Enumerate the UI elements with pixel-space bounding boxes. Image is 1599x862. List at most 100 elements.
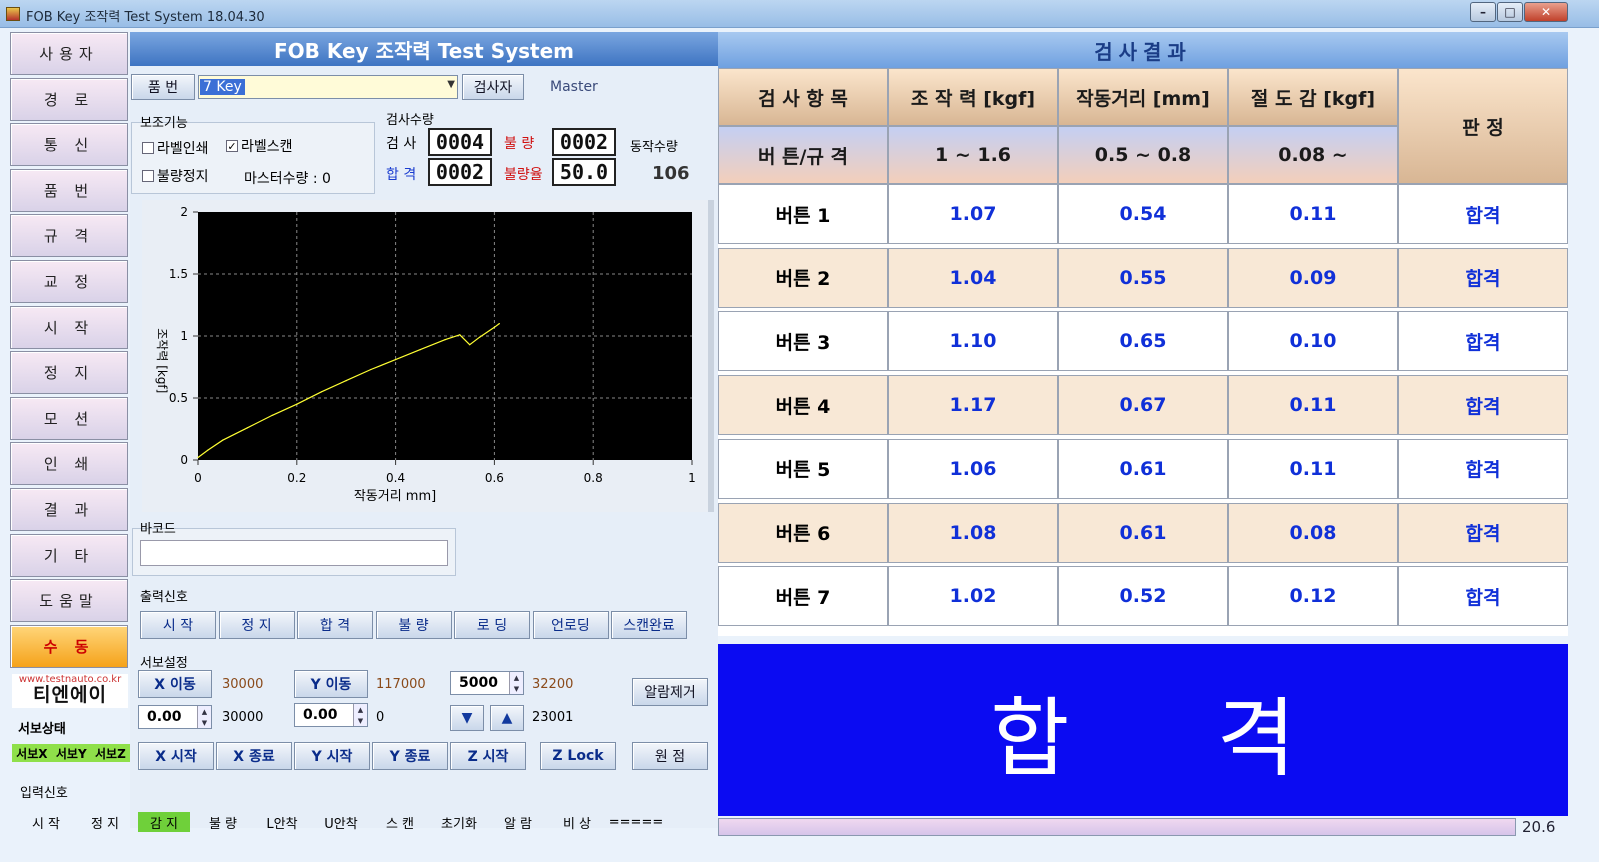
spinner-arrows-icon[interactable]: ▲ ▼ [353,704,367,726]
x-move-value: 30000 [222,677,264,692]
data-point [207,449,209,451]
spinner-arrows-icon[interactable]: ▲ ▼ [509,672,523,694]
servo-action-button[interactable]: Y 종료 [372,742,448,770]
output-signal-button[interactable]: 불 량 [375,611,452,639]
y-position-spinner[interactable]: 0.00 ▲ ▼ [294,703,368,727]
servo-action-button[interactable]: Y 시작 [294,742,370,770]
servo-status-x: 서보X [16,746,48,761]
label-scan-label: 라벨스캔 [241,139,293,155]
input-signal-indicator: 정 지 [90,816,120,832]
servo-action-button[interactable]: Z 시작 [450,742,526,770]
input-signal-indicator: L안착 [266,816,298,832]
result-force-cell: 1.04 [888,247,1058,308]
result-dist-cell: 0.54 [1058,184,1228,244]
sidebar-item-4[interactable]: 규 격 [10,214,128,258]
x-position-spinner[interactable]: 0.00 ▲ ▼ [138,705,212,729]
x-tick-label: 1 [688,471,696,485]
z-up-icon[interactable]: ▲ [490,705,524,731]
sidebar-item-10[interactable]: 결 과 [10,488,128,531]
result-click-cell: 0.11 [1228,438,1398,499]
label-print-checkbox[interactable]: 라벨인쇄 [142,138,209,158]
window-titlebar: FOB Key 조작력 Test System 18.04.30 – □ ✕ [0,0,1599,28]
input-signals-title: 입력신호 [20,786,68,801]
x-move-button[interactable]: X 이동 [138,670,212,698]
output-signals-title: 출력신호 [140,590,188,605]
part-select[interactable]: 7 Key ▼ [198,75,458,99]
results-header: 절 도 감 [kgf] [1228,68,1398,126]
sidebar-item-9[interactable]: 인 쇄 [10,442,128,486]
final-verdict: 합 격 [718,644,1568,816]
data-point [498,323,500,325]
output-signal-button[interactable]: 합 격 [297,611,373,639]
servo-action-button[interactable]: X 시작 [138,742,214,770]
part-select-value: 7 Key [200,79,245,95]
output-signal-button[interactable]: 스캔완료 [611,611,687,639]
servo-status-bar: 서보X 서보Y 서보Z [12,744,130,762]
data-point [469,344,471,346]
result-name-cell: 버튼 3 [718,311,888,372]
result-dist-cell: 0.61 [1058,502,1228,563]
pass-count: 0002 [428,158,492,186]
sidebar-item-11[interactable]: 기 타 [10,533,128,577]
data-point [370,368,372,371]
checkbox-checked-icon: ✓ [226,139,238,153]
inspector-button[interactable]: 검사자 [462,74,524,100]
output-signal-button[interactable]: 언로딩 [532,611,609,639]
sidebar-item-13[interactable]: 수 동 [10,624,128,668]
z-lock-button[interactable]: Z Lock [540,742,616,770]
sidebar-item-12[interactable]: 도움말 [10,579,128,623]
input-signal-indicator: 감 지 [138,812,190,832]
origin-button[interactable]: 원 점 [632,742,708,770]
sidebar-item-7[interactable]: 정 지 [10,351,128,395]
progress-bar [718,818,1516,836]
servo-action-button[interactable]: X 종료 [216,742,292,770]
results-header: 작동거리 [mm] [1058,68,1228,126]
y-move-value: 117000 [376,677,426,692]
maximize-icon[interactable]: □ [1497,2,1523,22]
chevron-down-icon[interactable]: ▼ [447,79,455,90]
spinner-arrows-icon[interactable]: ▲ ▼ [197,706,211,728]
minimize-icon[interactable]: – [1470,2,1496,22]
z-speed-spinner[interactable]: 5000 ▲ ▼ [450,671,524,695]
result-force-cell: 1.08 [888,502,1058,563]
alarm-clear-button[interactable]: 알람제거 [632,678,708,706]
sidebar-item-2[interactable]: 통 신 [10,123,128,167]
data-point [271,414,273,416]
label-print-label: 라벨인쇄 [157,141,209,157]
z-down-icon[interactable]: ▼ [450,705,484,731]
barcode-input[interactable] [140,540,448,566]
sidebar-item-5[interactable]: 교 정 [10,260,128,303]
sidebar-item-0[interactable]: 사용자 [10,32,128,75]
sidebar-item-3[interactable]: 품 번 [10,168,128,212]
input-signal-indicator: 알 람 [503,816,533,832]
defect-stop-checkbox[interactable]: 불량정지 [142,166,209,186]
sidebar-item-8[interactable]: 모 션 [10,396,128,440]
result-force-cell: 1.07 [888,184,1058,244]
result-name-cell: 버튼 2 [718,247,888,308]
sidebar-item-6[interactable]: 시 작 [10,305,128,349]
result-click-cell: 0.11 [1228,184,1398,244]
counts-title: 검사수량 [386,113,434,128]
input-signal-indicator: 스 캔 [385,816,415,832]
ops-count: 106 [652,163,690,184]
close-icon[interactable]: ✕ [1524,2,1568,22]
label-scan-checkbox[interactable]: ✓ 라벨스캔 [226,136,293,156]
z-value: 32200 [532,677,574,692]
sidebar-item-1[interactable]: 경 로 [10,77,128,121]
y-move-button[interactable]: Y 이동 [294,670,368,698]
result-force-cell: 1.02 [888,566,1058,627]
defect-label: 불 량 [504,136,535,152]
input-signal-indicator: ===== [608,814,664,830]
results-header: 조 작 력 [kgf] [888,68,1058,126]
output-signal-button[interactable]: 로 딩 [454,611,530,639]
x-tick-label: 0.8 [584,471,603,485]
defect-rate: 50.0 [552,158,616,186]
spec-cell: 0.5 ~ 0.8 [1058,126,1228,184]
output-signal-button[interactable]: 시 작 [140,611,216,639]
data-point [197,456,199,459]
output-signal-button[interactable]: 정 지 [218,611,295,639]
aux-title: 보조기능 [140,116,188,131]
app-icon [6,7,20,21]
result-judge-cell: 합격 [1398,184,1568,244]
panel-title: FOB Key 조작력 Test System [130,32,718,66]
